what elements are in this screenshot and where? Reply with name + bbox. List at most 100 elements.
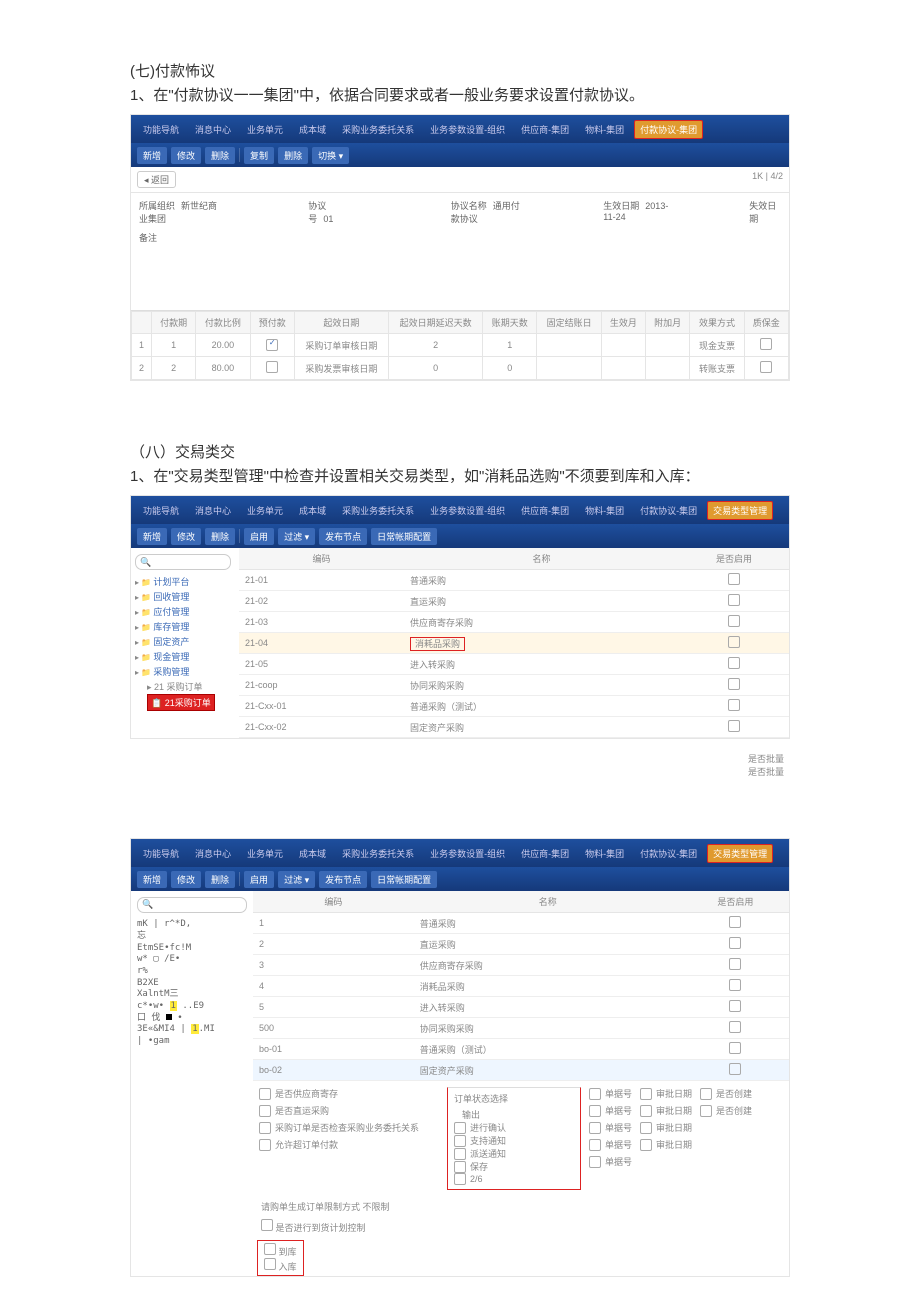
btn-switch[interactable]: 切换 ▾ bbox=[312, 147, 349, 164]
checkbox-icon[interactable] bbox=[729, 1063, 741, 1075]
checkbox[interactable] bbox=[640, 1088, 652, 1100]
checkbox-icon[interactable] bbox=[728, 594, 740, 606]
menu-item[interactable]: 业务参数设置-组织 bbox=[424, 501, 511, 520]
checkbox-icon[interactable] bbox=[266, 339, 278, 351]
checkbox[interactable] bbox=[700, 1088, 712, 1100]
checkbox-icon[interactable] bbox=[728, 636, 740, 648]
menu-item[interactable]: 消息中心 bbox=[189, 844, 237, 863]
tree-sub[interactable]: 21 采购订单 bbox=[147, 679, 235, 694]
menu-item[interactable]: 采购业务委托关系 bbox=[336, 120, 420, 139]
checkbox-icon[interactable] bbox=[729, 979, 741, 991]
checkbox[interactable] bbox=[261, 1219, 273, 1231]
menu-item[interactable]: 消息中心 bbox=[189, 120, 237, 139]
menu-item[interactable]: 供应商-集团 bbox=[515, 120, 575, 139]
menu-item[interactable]: 成本域 bbox=[293, 844, 332, 863]
checkbox-icon[interactable] bbox=[729, 937, 741, 949]
btn[interactable]: 发布节点 bbox=[319, 528, 367, 545]
btn[interactable]: 启用 bbox=[244, 528, 274, 545]
menu-item[interactable]: 业务单元 bbox=[241, 844, 289, 863]
checkbox-icon[interactable] bbox=[760, 338, 772, 350]
checkbox-icon[interactable] bbox=[266, 361, 278, 373]
search-input[interactable]: 🔍 bbox=[135, 554, 231, 570]
tree-node[interactable]: 计划平台 bbox=[135, 574, 235, 589]
checkbox[interactable] bbox=[264, 1258, 276, 1270]
checkbox[interactable] bbox=[454, 1122, 466, 1134]
back-button[interactable]: ◂ 返回 bbox=[137, 171, 176, 188]
menu-item[interactable]: 业务参数设置-组织 bbox=[424, 844, 511, 863]
checkbox[interactable] bbox=[454, 1148, 466, 1160]
menu-item-active[interactable]: 交易类型管理 bbox=[707, 501, 773, 520]
checkbox[interactable] bbox=[589, 1122, 601, 1134]
menu-item[interactable]: 功能导航 bbox=[137, 120, 185, 139]
tree-node[interactable]: 固定资产 bbox=[135, 634, 235, 649]
menu-item[interactable]: 供应商-集团 bbox=[515, 844, 575, 863]
menu-item[interactable]: 成本域 bbox=[293, 501, 332, 520]
checkbox-icon[interactable] bbox=[728, 657, 740, 669]
btn[interactable]: 删除 bbox=[205, 528, 235, 545]
checkbox[interactable] bbox=[640, 1139, 652, 1151]
btn[interactable]: 过滤 ▾ bbox=[278, 871, 315, 888]
menu-item[interactable]: 采购业务委托关系 bbox=[336, 844, 420, 863]
checkbox-icon[interactable] bbox=[760, 361, 772, 373]
checkbox[interactable] bbox=[589, 1088, 601, 1100]
checkbox[interactable] bbox=[700, 1105, 712, 1117]
checkbox[interactable] bbox=[454, 1135, 466, 1147]
checkbox[interactable] bbox=[259, 1088, 271, 1100]
btn-add[interactable]: 新增 bbox=[137, 147, 167, 164]
checkbox[interactable] bbox=[259, 1139, 271, 1151]
menu-item-active[interactable]: 付款协议-集团 bbox=[634, 120, 703, 139]
checkbox[interactable] bbox=[589, 1139, 601, 1151]
btn-del2[interactable]: 删除 bbox=[278, 147, 308, 164]
checkbox-icon[interactable] bbox=[728, 678, 740, 690]
checkbox-icon[interactable] bbox=[728, 615, 740, 627]
menu-item[interactable]: 功能导航 bbox=[137, 844, 185, 863]
btn-copy[interactable]: 复制 bbox=[244, 147, 274, 164]
menu-item[interactable]: 业务单元 bbox=[241, 120, 289, 139]
checkbox[interactable] bbox=[589, 1156, 601, 1168]
menu-item[interactable]: 物料-集团 bbox=[579, 844, 630, 863]
menu-item[interactable]: 付款协议-集团 bbox=[634, 844, 703, 863]
checkbox[interactable] bbox=[640, 1105, 652, 1117]
btn[interactable]: 修改 bbox=[171, 871, 201, 888]
menu-item[interactable]: 业务单元 bbox=[241, 501, 289, 520]
checkbox-icon[interactable] bbox=[728, 573, 740, 585]
tree-selected[interactable]: 📋 21采购订单 bbox=[147, 694, 215, 711]
checkbox-icon[interactable] bbox=[729, 1042, 741, 1054]
btn[interactable]: 修改 bbox=[171, 528, 201, 545]
checkbox-icon[interactable] bbox=[729, 958, 741, 970]
checkbox[interactable] bbox=[259, 1105, 271, 1117]
btn[interactable]: 新增 bbox=[137, 528, 167, 545]
checkbox-icon[interactable] bbox=[728, 699, 740, 711]
menu-item[interactable]: 供应商-集团 bbox=[515, 501, 575, 520]
tree-node[interactable]: 采购管理 bbox=[135, 664, 235, 679]
menu-item[interactable]: 付款协议-集团 bbox=[634, 501, 703, 520]
checkbox-icon[interactable] bbox=[729, 1021, 741, 1033]
btn-del[interactable]: 删除 bbox=[205, 147, 235, 164]
checkbox-icon[interactable] bbox=[729, 1000, 741, 1012]
search-input[interactable]: 🔍 bbox=[137, 897, 247, 913]
btn[interactable]: 日常帐期配置 bbox=[371, 871, 437, 888]
menu-item[interactable]: 采购业务委托关系 bbox=[336, 501, 420, 520]
checkbox[interactable] bbox=[454, 1173, 466, 1185]
checkbox[interactable] bbox=[454, 1161, 466, 1173]
menu-item[interactable]: 物料-集团 bbox=[579, 120, 630, 139]
menu-item[interactable]: 业务参数设置-组织 bbox=[424, 120, 511, 139]
btn[interactable]: 启用 bbox=[244, 871, 274, 888]
tree-node[interactable]: 现金管理 bbox=[135, 649, 235, 664]
menu-item[interactable]: 消息中心 bbox=[189, 501, 237, 520]
menu-item[interactable]: 成本域 bbox=[293, 120, 332, 139]
btn[interactable]: 删除 bbox=[205, 871, 235, 888]
menu-item[interactable]: 功能导航 bbox=[137, 501, 185, 520]
tree-node[interactable]: 库存管理 bbox=[135, 619, 235, 634]
menu-item-active[interactable]: 交易类型管理 bbox=[707, 844, 773, 863]
btn[interactable]: 新增 bbox=[137, 871, 167, 888]
checkbox-icon[interactable] bbox=[729, 916, 741, 928]
checkbox[interactable] bbox=[259, 1122, 271, 1134]
checkbox[interactable] bbox=[589, 1105, 601, 1117]
btn-edit[interactable]: 修改 bbox=[171, 147, 201, 164]
btn[interactable]: 发布节点 bbox=[319, 871, 367, 888]
menu-item[interactable]: 物料-集团 bbox=[579, 501, 630, 520]
checkbox[interactable] bbox=[640, 1122, 652, 1134]
checkbox[interactable] bbox=[264, 1243, 276, 1255]
tree-node[interactable]: 应付管理 bbox=[135, 604, 235, 619]
